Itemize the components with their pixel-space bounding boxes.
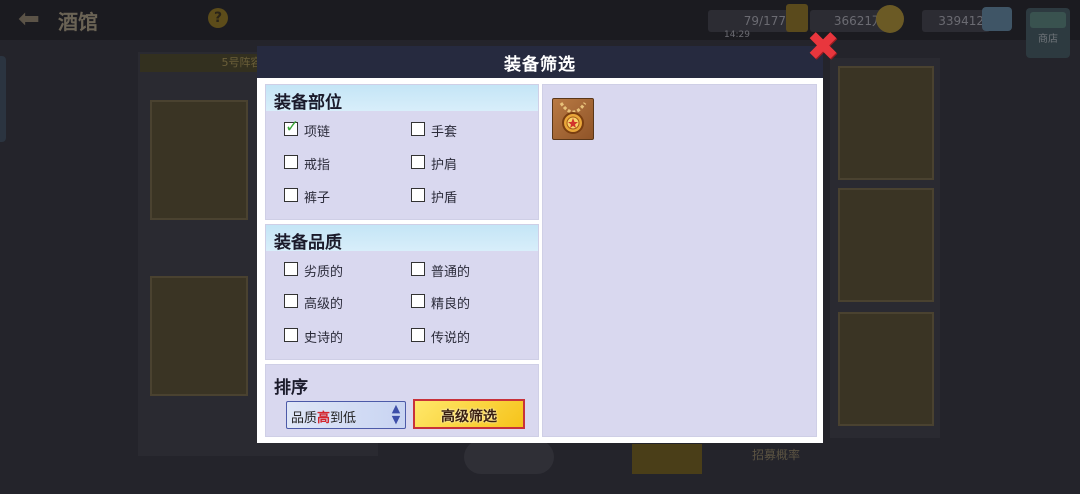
back-arrow-icon[interactable]: ⬅ bbox=[18, 5, 52, 33]
quality-section: 装备品质 劣质的 普通的 高级的 精良的 史诗的 传说的 bbox=[265, 224, 539, 360]
checkbox[interactable] bbox=[284, 262, 298, 276]
hero-card[interactable] bbox=[150, 276, 248, 396]
slot-section: 装备部位 ✓ 项链 手套 戒指 护肩 裤子 护盾 bbox=[265, 84, 539, 220]
diamond-icon[interactable] bbox=[982, 7, 1012, 31]
checkbox[interactable] bbox=[284, 188, 298, 202]
hero-card[interactable] bbox=[838, 312, 934, 426]
screen-title: 酒馆 bbox=[58, 10, 98, 34]
side-tab[interactable] bbox=[0, 56, 6, 142]
sort-order-select[interactable]: 品质高到低 ▲ ▼ bbox=[286, 401, 406, 429]
gem-counter: 339412 bbox=[922, 10, 990, 32]
hero-card[interactable] bbox=[150, 100, 248, 220]
section-title: 装备部位 bbox=[274, 93, 342, 113]
checkbox[interactable] bbox=[411, 294, 425, 308]
section-title: 排序 bbox=[274, 378, 308, 398]
checkbox[interactable] bbox=[411, 328, 425, 342]
checkbox[interactable] bbox=[411, 155, 425, 169]
stamina-timer: 14:29 bbox=[724, 30, 750, 40]
stamina-counter: 79/177 bbox=[708, 10, 792, 32]
section-title: 装备品质 bbox=[274, 233, 342, 253]
checkbox[interactable] bbox=[411, 122, 425, 136]
gold-coin-icon[interactable] bbox=[876, 5, 904, 33]
section-header: 装备部位 bbox=[266, 85, 538, 113]
up-down-arrow-icon: ▲ ▼ bbox=[391, 402, 401, 426]
checkbox[interactable] bbox=[411, 262, 425, 276]
hero-card[interactable] bbox=[838, 66, 934, 180]
dialog-header: 装备筛选 bbox=[257, 46, 823, 78]
hero-card[interactable] bbox=[838, 188, 934, 302]
necklace-icon bbox=[559, 102, 587, 134]
checkbox[interactable]: ✓ bbox=[284, 117, 299, 137]
checkbox[interactable] bbox=[284, 294, 298, 308]
checkbox[interactable] bbox=[284, 328, 298, 342]
shop-button[interactable]: 商店 bbox=[1026, 8, 1070, 58]
checkbox[interactable] bbox=[284, 155, 298, 169]
dialog-title: 装备筛选 bbox=[504, 55, 576, 75]
checkbox[interactable] bbox=[411, 188, 425, 202]
recruit-button[interactable] bbox=[464, 440, 554, 474]
sort-section: 排序 品质高到低 ▲ ▼ 高级筛选 bbox=[265, 364, 539, 437]
shop-icon bbox=[1030, 12, 1066, 28]
top-bar: ⬅ 酒馆 ? 79/177 14:29 36621万 339412 商店 bbox=[0, 0, 1080, 58]
help-icon[interactable]: ? bbox=[208, 8, 228, 28]
advanced-filter-button[interactable]: 高级筛选 bbox=[413, 399, 525, 429]
equipment-item[interactable] bbox=[552, 98, 594, 140]
confirm-button[interactable] bbox=[632, 444, 702, 474]
recruit-rate-link[interactable]: 招募概率 bbox=[752, 446, 800, 463]
close-icon[interactable]: ✖ bbox=[805, 27, 841, 67]
equipment-filter-dialog: 装备筛选 装备部位 ✓ 项链 手套 戒指 护肩 裤子 护盾 装备品质 劣质的 普… bbox=[257, 46, 823, 443]
sort-order-value: 品质高到低 bbox=[291, 411, 357, 426]
section-header: 装备品质 bbox=[266, 225, 538, 253]
pencil-icon bbox=[786, 4, 808, 32]
checkmark-icon: ✓ bbox=[285, 117, 300, 137]
equipment-results-panel bbox=[542, 84, 817, 437]
